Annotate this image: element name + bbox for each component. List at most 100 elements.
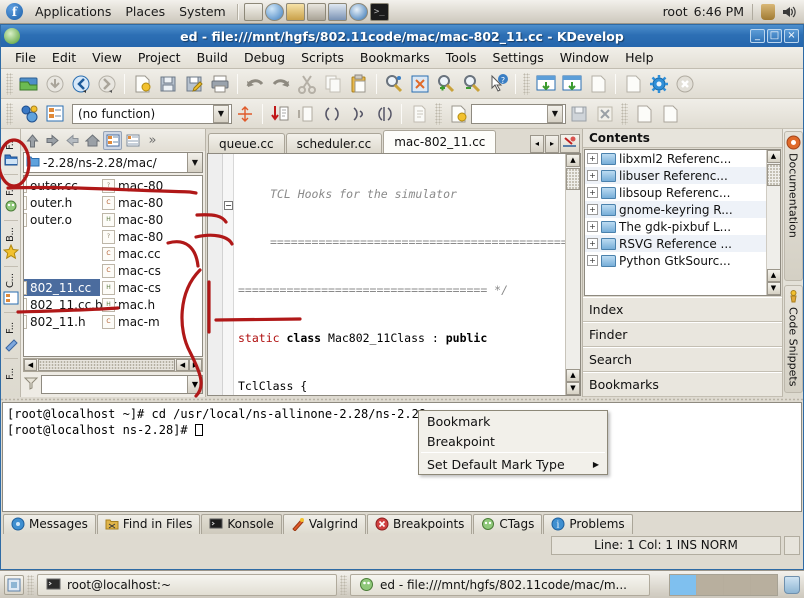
volume-icon[interactable] bbox=[781, 4, 797, 20]
sidebar-tab-bookmarks[interactable]: B... bbox=[2, 223, 20, 262]
expander-icon[interactable]: + bbox=[587, 204, 598, 215]
home-icon[interactable] bbox=[83, 131, 102, 150]
paste-icon[interactable] bbox=[347, 72, 371, 96]
forward-icon-2[interactable] bbox=[63, 131, 82, 150]
build-file-icon[interactable] bbox=[560, 72, 584, 96]
list-item-blank[interactable] bbox=[23, 262, 100, 279]
list-item[interactable]: +The gdk-pixbuf L... bbox=[585, 218, 766, 235]
removable-media-icon[interactable] bbox=[761, 4, 775, 20]
list-item-selected[interactable]: C802_11.cc bbox=[23, 279, 100, 296]
new-window2-icon[interactable] bbox=[658, 102, 682, 126]
show-desktop-icon[interactable] bbox=[4, 575, 24, 595]
list-item[interactable]: Cmac-80 bbox=[100, 194, 202, 211]
menu-view[interactable]: View bbox=[84, 48, 130, 67]
list-item[interactable]: Cmac-cs bbox=[100, 262, 202, 279]
close-button[interactable]: × bbox=[784, 29, 799, 43]
copy-icon[interactable] bbox=[321, 72, 345, 96]
whats-this-icon[interactable]: ? bbox=[486, 72, 510, 96]
window-titlebar[interactable]: ed - file:///mnt/hgfs/802.11code/mac/mac… bbox=[1, 25, 803, 47]
menu-help[interactable]: Help bbox=[617, 48, 662, 67]
open-project-icon[interactable] bbox=[17, 72, 41, 96]
panel-clock[interactable]: 6:46 PM bbox=[694, 4, 744, 19]
more-icon[interactable]: » bbox=[143, 131, 162, 150]
context-menu-item-set-default-mark-type[interactable]: Set Default Mark Type ▶ bbox=[419, 454, 607, 474]
path-combo[interactable]: -2.28/ns-2.28/mac/ ▼ bbox=[23, 152, 203, 173]
menu-build[interactable]: Build bbox=[189, 48, 236, 67]
menu-settings[interactable]: Settings bbox=[485, 48, 552, 67]
zoom-out-icon[interactable] bbox=[460, 72, 484, 96]
print-icon[interactable] bbox=[208, 72, 232, 96]
terminal-icon[interactable]: >_ bbox=[370, 3, 389, 21]
fedora-logo-icon[interactable]: f bbox=[6, 3, 23, 20]
filter-icon[interactable] bbox=[23, 375, 39, 394]
down-arrow-icon[interactable] bbox=[43, 72, 67, 96]
sidebar-tab-file-selector[interactable]: F... bbox=[2, 315, 20, 354]
list-item[interactable]: Cmac-m bbox=[100, 313, 202, 330]
toolbar-grip-2[interactable] bbox=[523, 73, 530, 95]
code-editor[interactable]: − TCL Hooks for the simulator ==========… bbox=[207, 153, 581, 396]
list-item[interactable]: Oouter.o bbox=[23, 211, 100, 228]
scroll-thumb[interactable] bbox=[38, 359, 175, 371]
stop-build-icon[interactable] bbox=[586, 72, 610, 96]
menu-tools[interactable]: Tools bbox=[438, 48, 485, 67]
maximize-button[interactable]: □ bbox=[767, 29, 782, 43]
chevron-down-icon-2[interactable]: ▼ bbox=[547, 105, 563, 123]
close-tab-icon[interactable] bbox=[560, 134, 580, 153]
back-icon[interactable] bbox=[69, 72, 93, 96]
list-item[interactable]: Cmac.cc bbox=[100, 245, 202, 262]
scroll-right-button-b[interactable]: ▶ bbox=[189, 359, 202, 371]
workspace-3[interactable] bbox=[724, 575, 750, 595]
task-button-konsole[interactable]: root@localhost:~ bbox=[37, 574, 337, 596]
doc-scroll-thumb[interactable] bbox=[767, 164, 781, 186]
back-icon-2[interactable] bbox=[43, 131, 62, 150]
doc-section-bookmarks[interactable]: Bookmarks bbox=[583, 372, 782, 397]
new-window-icon[interactable] bbox=[632, 102, 656, 126]
presentation-icon[interactable] bbox=[328, 3, 347, 21]
doc-scroll-up[interactable]: ▲ bbox=[767, 150, 781, 163]
context-menu-item-breakpoint[interactable]: Breakpoint bbox=[419, 431, 607, 451]
scroll-left-button[interactable]: ◀ bbox=[24, 359, 37, 371]
expander-icon[interactable]: + bbox=[587, 221, 598, 232]
sidebar-tab-file-list[interactable]: F... bbox=[2, 361, 20, 382]
zoom-in-icon[interactable] bbox=[434, 72, 458, 96]
list-item[interactable]: ?mac-80 bbox=[100, 177, 202, 194]
goto-declaration-icon[interactable] bbox=[268, 102, 292, 126]
doc-section-finder[interactable]: Finder bbox=[583, 322, 782, 347]
doc-scroll-up-2[interactable]: ▲ bbox=[767, 269, 781, 282]
panel-username[interactable]: root bbox=[663, 4, 688, 19]
undo-icon[interactable] bbox=[243, 72, 267, 96]
tab-messages[interactable]: Messages bbox=[3, 514, 96, 534]
tab-next-button[interactable]: ▸ bbox=[545, 135, 559, 153]
save-icon[interactable] bbox=[156, 72, 180, 96]
delete-snippet-icon[interactable] bbox=[593, 102, 617, 126]
list-item[interactable]: H802_11.h bbox=[23, 313, 100, 330]
snippet-combo[interactable]: ▼ bbox=[471, 104, 566, 124]
goto-definition-icon[interactable] bbox=[294, 102, 318, 126]
save-all-icon[interactable] bbox=[182, 72, 206, 96]
expander-icon[interactable]: + bbox=[587, 255, 598, 266]
expander-icon[interactable]: + bbox=[587, 170, 598, 181]
list-item[interactable]: Houter.h bbox=[23, 194, 100, 211]
sidebar-tab-code-snippets[interactable]: Code Snippets bbox=[784, 285, 803, 393]
tab-breakpoints[interactable]: Breakpoints bbox=[367, 514, 472, 534]
scroll-up-button[interactable]: ▲ bbox=[566, 154, 580, 167]
list-item[interactable]: Hmac-80 bbox=[100, 211, 202, 228]
list-item[interactable]: +Python GtkSourc... bbox=[585, 252, 766, 269]
list-item[interactable]: +libxml2 Referenc... bbox=[585, 150, 766, 167]
document-icon[interactable] bbox=[407, 102, 431, 126]
list-item[interactable]: Couter.cc bbox=[23, 177, 100, 194]
prev-function-icon[interactable] bbox=[320, 102, 344, 126]
new-file-icon[interactable] bbox=[130, 72, 154, 96]
list-item[interactable]: ?mac-80 bbox=[100, 228, 202, 245]
class-view-icon[interactable] bbox=[43, 102, 67, 126]
menu-project[interactable]: Project bbox=[130, 48, 189, 67]
tab-prev-button[interactable]: ◂ bbox=[530, 135, 544, 153]
function-combo[interactable]: (no function) ▼ bbox=[72, 104, 232, 124]
cut-icon[interactable] bbox=[295, 72, 319, 96]
build-project-icon[interactable] bbox=[534, 72, 558, 96]
resize-grip[interactable] bbox=[784, 536, 800, 555]
archive-manager-icon[interactable] bbox=[244, 3, 263, 21]
file-manager-icon[interactable] bbox=[286, 3, 305, 21]
task-button-kdevelop[interactable]: ed - file:///mnt/hgfs/802.11code/mac/m..… bbox=[350, 574, 650, 596]
panel-menu-places[interactable]: Places bbox=[118, 2, 172, 21]
